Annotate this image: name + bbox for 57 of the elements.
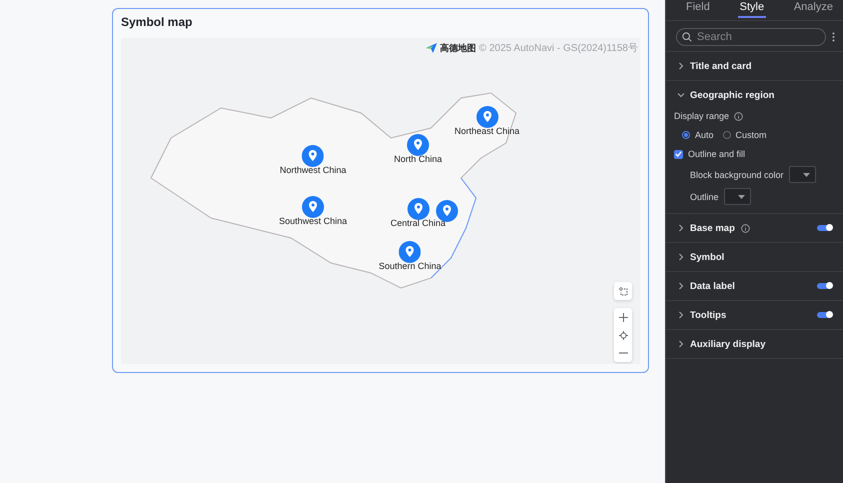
- search-field[interactable]: Search: [676, 28, 826, 46]
- region-label: Southwest China: [278, 216, 348, 226]
- chevron-icon: [678, 311, 684, 319]
- panel-tab[interactable]: Field: [684, 0, 712, 18]
- field-label: Block background color: [690, 170, 784, 180]
- color-picker[interactable]: [788, 166, 816, 183]
- radio-button[interactable]: [682, 131, 690, 139]
- toggle-switch[interactable]: [817, 225, 831, 231]
- radio-label: Custom: [736, 130, 767, 140]
- section-header[interactable]: Data label: [666, 272, 843, 300]
- region-label: North China: [394, 154, 442, 164]
- map-pin-icon: [302, 145, 324, 167]
- radio-button[interactable]: [722, 131, 731, 139]
- region-label: Central China: [390, 218, 446, 228]
- chevron-icon: [678, 282, 684, 290]
- more-icon[interactable]: [832, 32, 835, 42]
- crosshair-icon: [618, 330, 628, 340]
- section-header[interactable]: Title and card: [666, 52, 843, 80]
- map-pin-icon: [399, 241, 421, 263]
- checkbox[interactable]: [674, 150, 683, 158]
- map-attribution: © 2025 AutoNavi - GS(2024)1158号: [479, 42, 638, 55]
- checkbox-label: Outline and fill: [688, 149, 746, 159]
- chevron-icon: [678, 253, 684, 261]
- section-header[interactable]: Auxiliary display: [666, 330, 843, 358]
- minus-icon: [618, 352, 628, 354]
- section-header[interactable]: Geographic region: [666, 81, 843, 109]
- panel-tab[interactable]: Analyze: [792, 0, 835, 18]
- panel-tab[interactable]: Style: [738, 0, 766, 18]
- chevron-icon: [678, 62, 684, 70]
- chevron-icon: [678, 340, 684, 348]
- chevron-icon: [677, 92, 685, 98]
- radio-label: Auto: [695, 130, 714, 140]
- toggle-switch[interactable]: [817, 312, 831, 318]
- logo-text: 高德地图: [440, 42, 476, 54]
- map-pin-icon: [407, 134, 429, 156]
- section-header[interactable]: Symbol: [666, 243, 843, 271]
- card-title: Symbol map: [121, 15, 194, 29]
- region-label: Northeast China: [454, 126, 520, 136]
- search-icon: [682, 32, 692, 42]
- chevron-icon: [678, 224, 684, 232]
- color-picker[interactable]: [724, 188, 751, 205]
- map-pin-icon: [407, 198, 429, 220]
- caret-icon: [738, 194, 745, 198]
- section-header[interactable]: Tooltips: [666, 301, 843, 329]
- field-label: Outline: [690, 192, 719, 202]
- map-pin-icon: [476, 106, 498, 128]
- info-icon: [734, 112, 744, 120]
- plus-icon: [618, 312, 628, 322]
- map-pin-icon: [302, 196, 324, 218]
- section-header[interactable]: Base map: [666, 214, 843, 242]
- toggle-switch[interactable]: [817, 283, 831, 289]
- caret-icon: [802, 172, 810, 176]
- region-label: Southern China: [378, 261, 442, 271]
- paper-plane-logo-icon: [426, 43, 438, 53]
- field-label: Display range: [674, 111, 730, 121]
- region-label: Northwest China: [280, 165, 346, 175]
- box-select-icon: [618, 286, 628, 296]
